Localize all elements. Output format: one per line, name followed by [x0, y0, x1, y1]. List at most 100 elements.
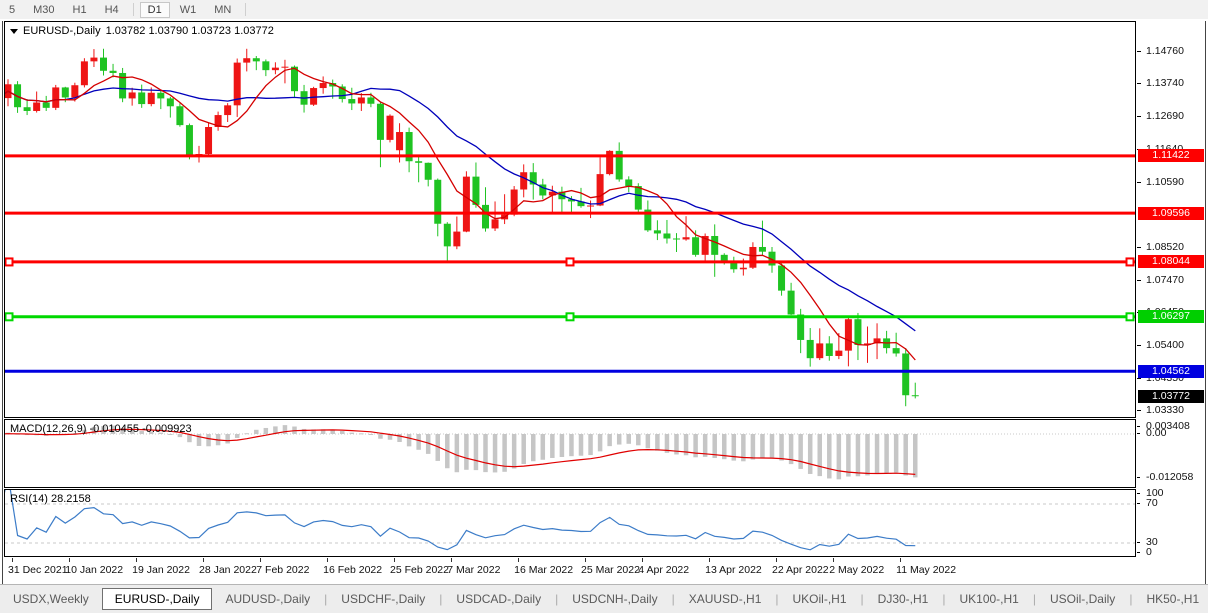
tab-USDX-Weekly[interactable]: USDX,Weekly [0, 589, 102, 609]
date-axis-label: 22 Apr 2022 [772, 564, 829, 576]
macd-axis-tick [1137, 426, 1140, 427]
hline-handle[interactable] [567, 258, 574, 265]
hline-handle[interactable] [6, 258, 13, 265]
macd-axis: 0.0034080.00-0.012058 [1137, 419, 1207, 488]
tab-DJ30-H1[interactable]: DJ30-,H1 [865, 589, 942, 609]
rsi-axis-tick [1137, 542, 1140, 543]
date-axis-label: 19 Jan 2022 [132, 564, 190, 576]
timeframe-button-D1[interactable]: D1 [140, 2, 170, 18]
date-axis[interactable]: 31 Dec 202110 Jan 2022 19 Jan 2022 28 Jan … [4, 558, 1208, 584]
date-axis-label: 31 Dec 2021 [8, 564, 68, 576]
timeframe-button-H1[interactable]: H1 [65, 2, 95, 18]
price-axis-tick [1137, 116, 1141, 117]
price-axis-tick [1137, 280, 1141, 281]
date-axis-tick [327, 558, 328, 562]
price-chart-canvas[interactable] [5, 22, 1135, 417]
price-axis-label: 1.14760 [1146, 45, 1184, 57]
macd-axis-label: -0.012058 [1146, 471, 1193, 483]
date-axis-tick [136, 558, 137, 562]
price-axis-label: 1.07470 [1146, 274, 1184, 286]
price-axis[interactable]: 1.147601.137401.126901.116401.105901.085… [1137, 21, 1207, 418]
price-axis-label: 1.10590 [1146, 176, 1184, 188]
chart-quotes: 1.03782 1.03790 1.03723 1.03772 [106, 25, 274, 37]
date-axis-label: 25 Feb 2022 [390, 564, 449, 576]
window-right-edge [1205, 21, 1206, 584]
price-axis-label: 1.12690 [1146, 110, 1184, 122]
date-axis-tick [451, 558, 452, 562]
price-axis-label: 1.08520 [1146, 241, 1184, 253]
tab-XAUUSD-H1[interactable]: XAUUSD-,H1 [676, 589, 775, 609]
date-axis-tick [585, 558, 586, 562]
rsi-canvas[interactable] [5, 490, 1135, 556]
date-axis-label: 10 Jan 2022 [65, 564, 123, 576]
price-badge: 1.08044 [1138, 255, 1204, 268]
hline-handle[interactable] [567, 313, 574, 320]
tab-USDCHF-Daily[interactable]: USDCHF-,Daily [328, 589, 438, 609]
macd-axis-label: 0.00 [1146, 427, 1166, 439]
date-axis-tick [518, 558, 519, 562]
price-axis-label: 1.13740 [1146, 77, 1184, 89]
toolbar-separator [245, 3, 246, 16]
date-axis-tick [642, 558, 643, 562]
tab-USOil-Daily[interactable]: USOil-,Daily [1037, 589, 1128, 609]
date-axis-label: 7 Mar 2022 [447, 564, 500, 576]
date-axis-label: 13 Apr 2022 [705, 564, 762, 576]
date-axis-tick [394, 558, 395, 562]
tab-EURUSD-Daily[interactable]: EURUSD-,Daily [102, 588, 213, 610]
rsi-axis-tick [1137, 503, 1140, 504]
rsi-axis: 10070300 [1137, 489, 1207, 557]
date-axis-label: 11 May 2022 [896, 564, 956, 576]
price-axis-tick [1137, 83, 1141, 84]
tab-AUDUSD-Daily[interactable]: AUDUSD-,Daily [212, 589, 323, 609]
chart-tab-bar: USDX,WeeklyEURUSD-,DailyAUDUSD-,Daily|US… [0, 584, 1208, 613]
tab-HK50-H1[interactable]: HK50-,H1 [1133, 589, 1208, 609]
date-axis-tick [69, 558, 70, 562]
date-axis-label: 7 Feb 2022 [256, 564, 309, 576]
hline-handle[interactable] [1127, 313, 1134, 320]
price-badge: 1.09596 [1138, 207, 1204, 220]
rsi-axis-tick [1137, 552, 1140, 553]
chart-header: EURUSD-,Daily 1.03782 1.03790 1.03723 1.… [10, 25, 274, 37]
hline-handle[interactable] [6, 313, 13, 320]
price-axis-tick [1137, 410, 1141, 411]
price-badge: 1.03772 [1138, 390, 1204, 403]
rsi-axis-label: 70 [1146, 497, 1158, 509]
macd-axis-tick [1137, 433, 1140, 434]
chart-symbol-label: EURUSD-,Daily [23, 25, 101, 37]
price-badge: 1.06297 [1138, 310, 1204, 323]
macd-label: MACD(12,26,9) -0.010455 -0.009923 [10, 423, 192, 435]
tab-USDCAD-Daily[interactable]: USDCAD-,Daily [443, 589, 554, 609]
price-chart-panel[interactable]: EURUSD-,Daily 1.03782 1.03790 1.03723 1.… [4, 21, 1136, 418]
date-axis-label: 25 Mar 2022 [581, 564, 640, 576]
tab-USDCNH-Daily[interactable]: USDCNH-,Daily [559, 589, 670, 609]
price-axis-tick [1137, 51, 1141, 52]
trading-terminal: 5M30H1H4 D1W1MN EURUSD-,Daily 1.03782 1.0… [0, 0, 1208, 613]
rsi-axis-label: 0 [1146, 546, 1152, 558]
date-axis-tick [203, 558, 204, 562]
timeframe-button-MN[interactable]: MN [206, 2, 239, 18]
rsi-panel[interactable]: RSI(14) 28.2158 [4, 489, 1136, 557]
symbol-dropdown-icon[interactable] [10, 29, 18, 34]
price-axis-tick [1137, 182, 1141, 183]
date-axis-label: 16 Mar 2022 [514, 564, 573, 576]
date-axis-tick [260, 558, 261, 562]
date-axis-label: 28 Jan 2022 [199, 564, 257, 576]
date-axis-label: 16 Feb 2022 [323, 564, 382, 576]
macd-panel[interactable]: MACD(12,26,9) -0.010455 -0.009923 [4, 419, 1136, 488]
date-axis-tick [709, 558, 710, 562]
price-axis-label: 1.05400 [1146, 339, 1184, 351]
tab-UKOil-H1[interactable]: UKOil-,H1 [780, 589, 860, 609]
timeframe-button-H4[interactable]: H4 [97, 2, 127, 18]
date-axis-tick [900, 558, 901, 562]
date-axis-tick [12, 558, 13, 562]
tab-UK100-H1[interactable]: UK100-,H1 [946, 589, 1031, 609]
timeframe-button-5[interactable]: 5 [1, 2, 23, 18]
date-axis-label: 4 Apr 2022 [638, 564, 689, 576]
price-axis-tick [1137, 247, 1141, 248]
timeframe-button-W1[interactable]: W1 [172, 2, 205, 18]
rsi-label: RSI(14) 28.2158 [10, 493, 91, 505]
hline-handle[interactable] [1127, 258, 1134, 265]
timeframe-button-M30[interactable]: M30 [25, 2, 62, 18]
price-axis-tick [1137, 345, 1141, 346]
date-axis-label: 2 May 2022 [829, 564, 884, 576]
